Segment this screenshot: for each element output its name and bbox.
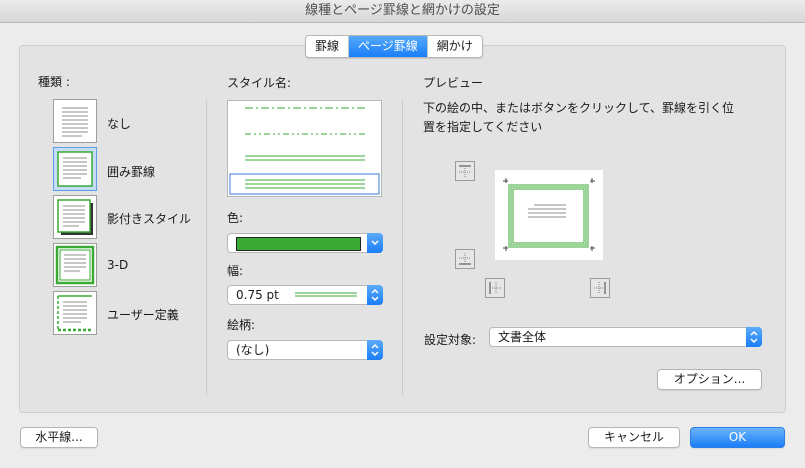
- tab-borders[interactable]: 罫線: [306, 36, 350, 57]
- bottom-border-toggle-icon[interactable]: [455, 249, 475, 269]
- apply-to-value: 文書全体: [498, 330, 547, 344]
- apply-to-label: 設定対象:: [424, 333, 477, 347]
- custom-border-icon[interactable]: [53, 291, 97, 335]
- left-border-toggle-icon[interactable]: [485, 278, 505, 298]
- kind-option-shadow[interactable]: 影付きスタイル: [107, 210, 191, 227]
- divider-right: [402, 100, 403, 395]
- shadow-border-icon[interactable]: [53, 195, 97, 239]
- style-heading: スタイル名:: [227, 76, 292, 90]
- cancel-button[interactable]: キャンセル: [588, 427, 680, 448]
- ok-button[interactable]: OK: [690, 427, 785, 448]
- kind-option-box[interactable]: 囲み罫線: [107, 163, 155, 180]
- kind-option-custom[interactable]: ユーザー定義: [107, 306, 179, 323]
- tab-shading[interactable]: 網かけ: [428, 36, 482, 57]
- right-border-toggle-icon[interactable]: [590, 278, 610, 298]
- 3d-border-icon[interactable]: [53, 243, 97, 287]
- kind-option-3d[interactable]: 3-D: [107, 258, 128, 272]
- updown-arrow-icon: [367, 340, 383, 360]
- options-button[interactable]: オプション...: [657, 369, 762, 390]
- kind-heading: 種類 :: [38, 75, 70, 89]
- width-label: 幅:: [227, 264, 244, 278]
- chevron-down-icon: [367, 233, 383, 253]
- updown-arrow-icon: [367, 285, 383, 305]
- art-label: 絵柄:: [227, 318, 256, 332]
- style-list-lines: [229, 107, 380, 195]
- tab-bar: 罫線 ページ罫線 網かけ: [305, 35, 483, 58]
- art-value: (なし): [236, 343, 270, 357]
- art-popup[interactable]: (なし): [227, 340, 383, 360]
- preview-instruction-1: 下の絵の中、またはボタンをクリックして、罫線を引く位: [423, 101, 735, 115]
- color-popup[interactable]: [227, 233, 383, 253]
- kind-option-none[interactable]: なし: [107, 115, 131, 132]
- width-line-sample: [295, 292, 357, 297]
- updown-arrow-icon: [746, 327, 762, 347]
- color-swatch: [236, 237, 361, 251]
- width-value: 0.75 pt: [236, 288, 279, 302]
- box-border-icon[interactable]: [53, 147, 97, 191]
- no-border-icon[interactable]: [53, 99, 97, 143]
- tab-page-border[interactable]: ページ罫線: [349, 36, 428, 57]
- divider-left: [206, 100, 207, 395]
- window-title: 線種とページ罫線と網かけの設定: [0, 0, 805, 23]
- color-label: 色:: [227, 211, 244, 225]
- top-border-toggle-icon[interactable]: [455, 161, 475, 181]
- preview-instruction-2: 置を指定してください: [423, 120, 543, 134]
- apply-to-popup[interactable]: 文書全体: [489, 327, 762, 347]
- horizontal-line-button[interactable]: 水平線...: [20, 427, 98, 448]
- width-popup[interactable]: 0.75 pt: [227, 285, 383, 305]
- style-list[interactable]: [227, 100, 382, 197]
- preview-page[interactable]: [495, 170, 603, 260]
- preview-heading: プレビュー: [423, 76, 484, 90]
